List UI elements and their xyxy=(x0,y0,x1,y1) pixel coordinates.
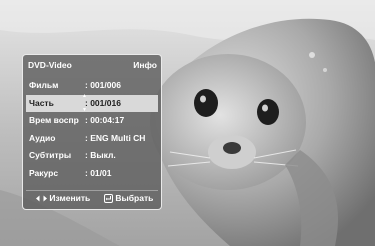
row-chapter[interactable]: ▲ Часть : 001/016 ▼ xyxy=(26,93,158,113)
change-label: Изменить xyxy=(49,193,91,203)
row-angle[interactable]: Ракурс : 01/01 xyxy=(26,165,158,183)
row-label: Часть xyxy=(29,97,54,108)
dvd-video-screen: DVD-Video Инфо Фильм : 001/006 ▲ Часть :… xyxy=(0,0,375,246)
disc-type-title: DVD-Video xyxy=(28,60,72,70)
row-value: : Выкл. xyxy=(85,150,116,160)
row-label: Врем воспр xyxy=(29,115,79,125)
row-playtime[interactable]: Врем воспр : 00:04:17 xyxy=(26,112,158,130)
row-label: Субтитры xyxy=(29,150,72,160)
row-label: Ракурс xyxy=(29,167,59,178)
row-value: : ENG Multi CH xyxy=(85,132,146,143)
row-value: : 01/01 xyxy=(85,167,112,178)
panel-header: DVD-Video Инфо xyxy=(26,58,158,73)
row-value: : 001/006 xyxy=(85,80,121,90)
row-value: : 001/016 xyxy=(85,97,121,108)
select-hint: Выбрать xyxy=(104,191,153,206)
row-label: Фильм xyxy=(29,80,59,90)
menu-mode-label: Инфо xyxy=(133,60,157,70)
left-right-arrows-icon xyxy=(36,195,47,202)
row-value: : 00:04:17 xyxy=(85,115,125,125)
panel-footer: Изменить Выбрать xyxy=(26,190,158,206)
row-subtitles[interactable]: Субтитры : Выкл. xyxy=(26,147,158,165)
enter-button-icon xyxy=(104,194,113,204)
info-panel: DVD-Video Инфо Фильм : 001/006 ▲ Часть :… xyxy=(22,54,162,210)
row-label: Аудио xyxy=(29,132,56,143)
info-list: Фильм : 001/006 ▲ Часть : 001/016 ▼ Врем… xyxy=(26,77,158,182)
select-label: Выбрать xyxy=(115,193,154,203)
row-title[interactable]: Фильм : 001/006 xyxy=(26,77,158,95)
change-hint: Изменить xyxy=(36,191,90,206)
row-audio[interactable]: Аудио : ENG Multi CH xyxy=(26,130,158,148)
